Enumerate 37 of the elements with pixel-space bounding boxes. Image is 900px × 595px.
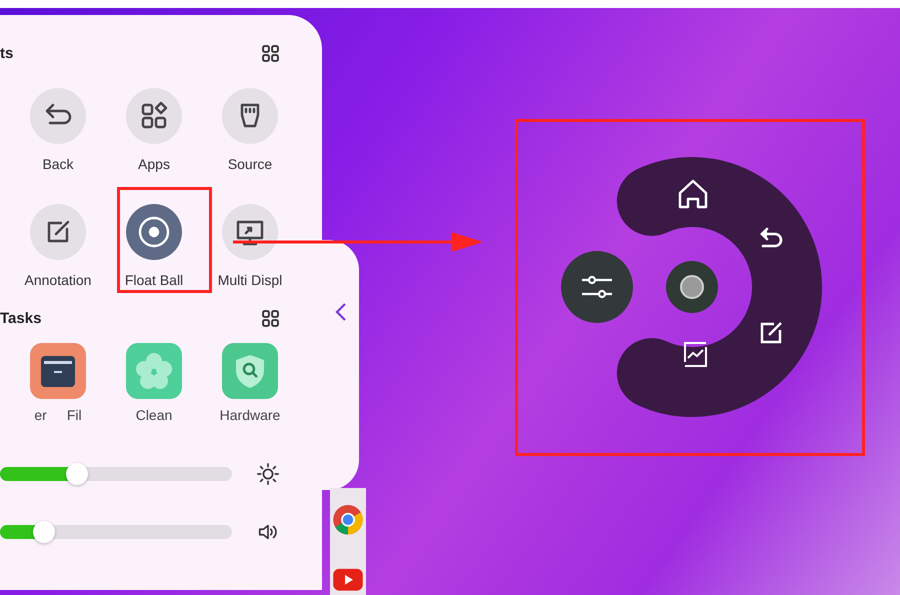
shortcut-label: Apps — [138, 156, 170, 172]
image-crop-icon[interactable] — [684, 342, 707, 367]
shortcut-item[interactable]: Back — [10, 84, 106, 178]
back-icon — [30, 88, 86, 144]
shortcut-item[interactable]: Apps — [106, 84, 202, 178]
apps-icon — [126, 88, 182, 144]
shortcut-item[interactable]: Float Ball — [106, 200, 202, 294]
section-title: Tasks — [0, 310, 42, 327]
app-label: er — [34, 407, 47, 423]
shortcut-label: Multi Displ — [218, 272, 282, 288]
float-ball-icon[interactable] — [666, 261, 718, 313]
home-icon[interactable] — [678, 180, 708, 208]
app-label: Fil — [66, 407, 82, 423]
shortcut-label: Back — [42, 156, 74, 172]
sliders-icon[interactable] — [561, 251, 633, 323]
edit-icon — [30, 204, 86, 260]
plug-icon — [222, 88, 278, 144]
shortcut-label: Annotation — [24, 272, 92, 288]
chevron-left-icon[interactable] — [334, 302, 346, 322]
shortcut-item[interactable]: Source — [202, 84, 298, 178]
grid-icon[interactable] — [262, 45, 279, 62]
edit-icon[interactable] — [760, 322, 782, 344]
monitor-icon — [222, 204, 278, 260]
app-label: Hardware — [220, 407, 280, 423]
shortcut-item[interactable]: Annotation — [10, 200, 106, 294]
folder-icon[interactable] — [30, 343, 86, 399]
sun-icon — [257, 463, 279, 485]
grid-icon[interactable] — [262, 310, 279, 327]
app-label: Clean — [136, 407, 172, 423]
search-icon[interactable] — [222, 343, 278, 399]
back-icon[interactable] — [760, 228, 782, 248]
shortcut-label: Float Ball — [124, 272, 184, 288]
section-title: ts — [0, 45, 14, 62]
browser-icon[interactable] — [332, 504, 364, 536]
target-icon — [126, 204, 182, 260]
shortcut-item[interactable]: Multi Displ — [202, 200, 298, 294]
shortcut-label: Source — [228, 156, 272, 172]
